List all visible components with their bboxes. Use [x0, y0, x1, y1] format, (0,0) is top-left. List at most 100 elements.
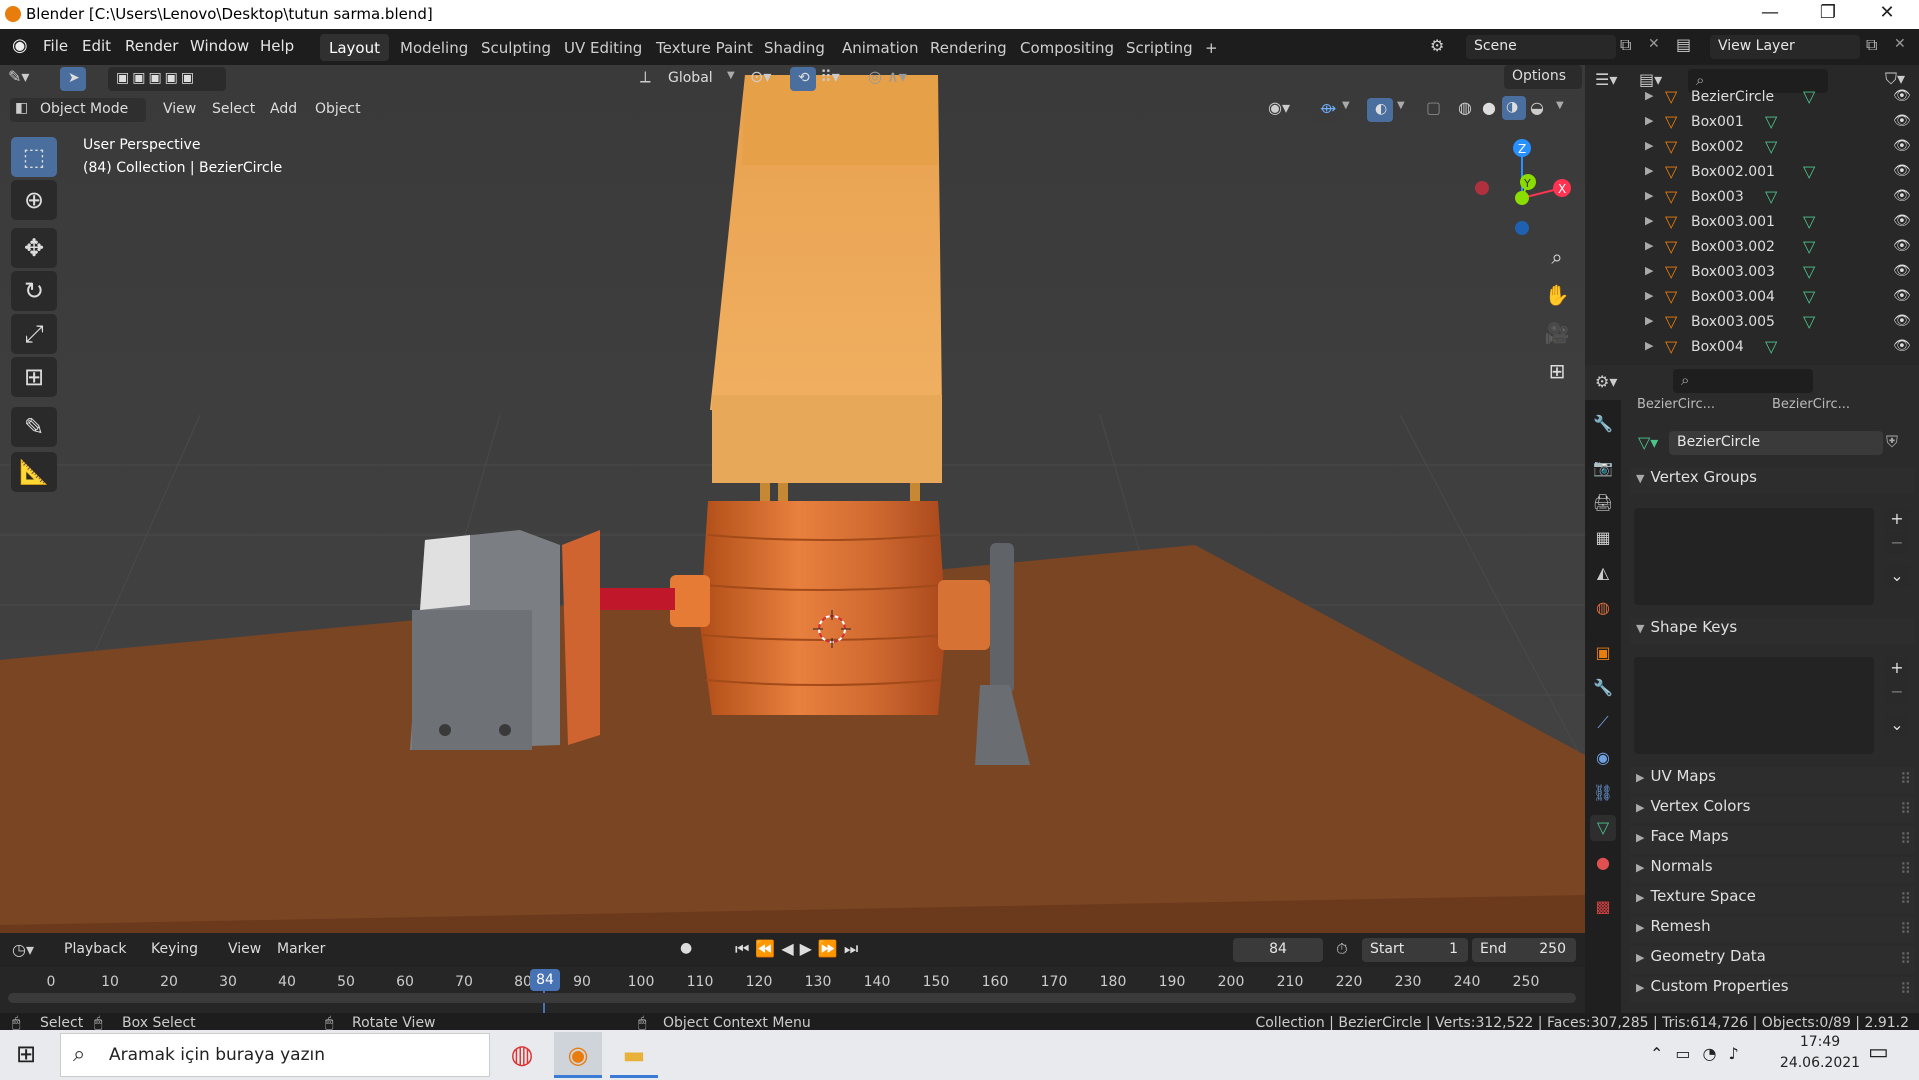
remove-view-layer-icon[interactable]: ✕ [1894, 36, 1906, 52]
scene-name-field[interactable]: Scene [1466, 35, 1616, 59]
eye-visibility-icon[interactable]: 👁 [1893, 188, 1911, 204]
drag-handle-icon[interactable]: ⠿ [1900, 830, 1911, 848]
remove-scene-icon[interactable]: ✕ [1648, 36, 1660, 52]
view-layer-browse-icon[interactable]: ▤ [1676, 35, 1691, 54]
drag-handle-icon[interactable]: ⠿ [1900, 980, 1911, 998]
tab-layout[interactable]: Layout [320, 34, 389, 61]
timeline-editor-type-icon[interactable]: ◷▾ [12, 940, 34, 959]
outliner-item[interactable]: ▶ ▽ Box004 ▽ 👁 [1585, 336, 1919, 361]
properties-search-input[interactable]: ⌕ [1673, 369, 1813, 393]
outliner-item[interactable]: ▶ ▽ Box002.001 ▽ 👁 [1585, 161, 1919, 186]
preview-range-icon[interactable]: ⏱ [1336, 940, 1348, 958]
modifier-tab-icon[interactable]: 🔧 [1590, 675, 1616, 701]
shape-keys-panel-header[interactable]: ▼ Shape Keys [1630, 618, 1915, 644]
outliner-item[interactable]: ▶ ▽ BezierCircle ▽ 👁 [1585, 86, 1919, 111]
xray-toggle-icon[interactable]: ▢ [1426, 98, 1441, 117]
drag-handle-icon[interactable]: ⠿ [1900, 770, 1911, 788]
mesh-data-icon[interactable]: ▽ [1803, 162, 1815, 181]
close-button[interactable]: ✕ [1862, 2, 1912, 23]
pivot-point-icon[interactable]: ⊙▾ [750, 67, 771, 86]
camera-view-icon[interactable]: 🎥 [1540, 316, 1574, 350]
viewport-menu-view[interactable]: View [163, 101, 196, 117]
menu-file[interactable]: File [43, 37, 68, 55]
cursor-tool-icon[interactable]: ⊕ [11, 180, 57, 220]
eye-visibility-icon[interactable]: 👁 [1893, 313, 1911, 329]
expand-arrow-icon[interactable]: ▶ [1645, 189, 1653, 202]
minimize-button[interactable]: — [1745, 2, 1795, 23]
collapsed-panel-header[interactable]: ▶ Normals ⠿ [1630, 857, 1915, 883]
windows-start-icon[interactable]: ⊞ [16, 1040, 36, 1068]
outliner-item[interactable]: ▶ ▽ Box002 ▽ 👁 [1585, 136, 1919, 161]
mesh-data-icon[interactable]: ▽ [1803, 262, 1815, 281]
end-frame-field[interactable]: End 250 [1472, 938, 1576, 962]
tab-uv-editing[interactable]: UV Editing [555, 34, 651, 61]
3d-viewport[interactable] [0, 65, 1585, 933]
taskbar-search-box[interactable]: ⌕ Aramak için buraya yazın [60, 1033, 490, 1077]
mesh-data-icon[interactable]: ▽ [1765, 187, 1777, 206]
eye-visibility-icon[interactable]: 👁 [1893, 163, 1911, 179]
constraints-tab-icon[interactable]: ⛓ [1590, 780, 1616, 806]
scale-tool-icon[interactable]: ⤢ [11, 314, 57, 354]
outliner-item[interactable]: ▶ ▽ Box003.003 ▽ 👁 [1585, 261, 1919, 286]
collapsed-panel-header[interactable]: ▶ Custom Properties ⠿ [1630, 977, 1915, 1003]
properties-editor-type-icon[interactable]: ⚙▾ [1595, 372, 1617, 391]
tab-sculpting[interactable]: Sculpting [472, 34, 560, 61]
eye-visibility-icon[interactable]: 👁 [1893, 213, 1911, 229]
add-vertex-group-button[interactable]: + [1885, 508, 1909, 530]
fake-user-shield-icon[interactable]: ⛨ [1886, 432, 1898, 452]
expand-arrow-icon[interactable]: ▶ [1645, 264, 1653, 277]
eye-visibility-icon[interactable]: 👁 [1893, 238, 1911, 254]
select-box-tool-icon[interactable]: ⬚ [11, 137, 57, 177]
editor-type-button[interactable]: ✎▾ [8, 67, 48, 91]
mesh-data-icon[interactable]: ▽ [1765, 137, 1777, 156]
material-preview-icon[interactable]: ◑ [1502, 96, 1526, 120]
mesh-data-icon[interactable]: ▽ [1803, 87, 1815, 106]
output-tab-icon[interactable]: 🖨 [1590, 490, 1616, 516]
vertex-groups-panel-header[interactable]: ▼ Vertex Groups [1630, 468, 1915, 494]
snap-target-icon[interactable]: ⠿▾ [820, 67, 840, 86]
mesh-data-icon[interactable]: ▽ [1803, 212, 1815, 231]
taskbar-clock[interactable]: 17:49 [1785, 1034, 1855, 1050]
object-tab-icon[interactable]: ▣ [1590, 640, 1616, 666]
tool-tab-icon[interactable]: 🔧 [1590, 411, 1616, 437]
viewport-menu-object[interactable]: Object [315, 101, 361, 117]
physics-tab-icon[interactable]: ◉ [1590, 745, 1616, 771]
mesh-data-icon[interactable]: ▽ [1803, 312, 1815, 331]
mesh-data-icon[interactable]: ▽ [1765, 112, 1777, 131]
menu-window[interactable]: Window [190, 37, 249, 55]
view-layer-tab-icon[interactable]: ▦ [1590, 525, 1616, 551]
collapsed-panel-header[interactable]: ▶ Texture Space ⠿ [1630, 887, 1915, 913]
playhead-frame-badge[interactable]: 84 [530, 969, 560, 991]
record-toggle-icon[interactable]: ● [680, 940, 692, 956]
menu-render[interactable]: Render [125, 37, 178, 55]
outliner-item[interactable]: ▶ ▽ Box003.001 ▽ 👁 [1585, 211, 1919, 236]
mesh-data-icon[interactable]: ▽ [1765, 337, 1777, 356]
timeline-scrollbar[interactable] [8, 993, 1576, 1003]
drag-handle-icon[interactable]: ⠿ [1900, 950, 1911, 968]
tab-scripting[interactable]: Scripting [1117, 34, 1202, 61]
vertex-groups-list[interactable] [1634, 508, 1874, 605]
expand-arrow-icon[interactable]: ▶ [1645, 89, 1653, 102]
viewport-menu-add[interactable]: Add [270, 101, 297, 117]
tab-rendering[interactable]: Rendering [921, 34, 1016, 61]
mesh-data-icon[interactable]: ▽ [1803, 287, 1815, 306]
current-frame-field[interactable]: 84 [1233, 938, 1323, 962]
start-frame-field[interactable]: Start 1 [1362, 938, 1468, 962]
tab-modeling[interactable]: Modeling [391, 34, 477, 61]
overlays-toggle-icon[interactable]: ◐ [1367, 98, 1393, 122]
collapsed-panel-header[interactable]: ▶ UV Maps ⠿ [1630, 767, 1915, 793]
outliner-item[interactable]: ▶ ▽ Box003.002 ▽ 👁 [1585, 236, 1919, 261]
world-tab-icon[interactable]: ◍ [1590, 595, 1616, 621]
outliner-item[interactable]: ▶ ▽ Box001 ▽ 👁 [1585, 111, 1919, 136]
zoom-icon[interactable]: ⌕ [1540, 240, 1574, 274]
snap-toggle-icon[interactable]: ⟲ [790, 67, 816, 91]
scene-tab-icon[interactable]: ◭ [1590, 560, 1616, 586]
menu-help[interactable]: Help [260, 37, 294, 55]
system-tray-icons[interactable]: ⌃▭◔♪ [1650, 1044, 1751, 1063]
measure-tool-icon[interactable]: 📐 [11, 452, 57, 492]
solid-shading-icon[interactable]: ● [1482, 98, 1496, 117]
collapsed-panel-header[interactable]: ▶ Geometry Data ⠿ [1630, 947, 1915, 973]
pan-hand-icon[interactable]: ✋ [1540, 278, 1574, 312]
select-tool-mode-icon[interactable]: ➤ [60, 67, 86, 91]
drag-handle-icon[interactable]: ⠿ [1900, 890, 1911, 908]
